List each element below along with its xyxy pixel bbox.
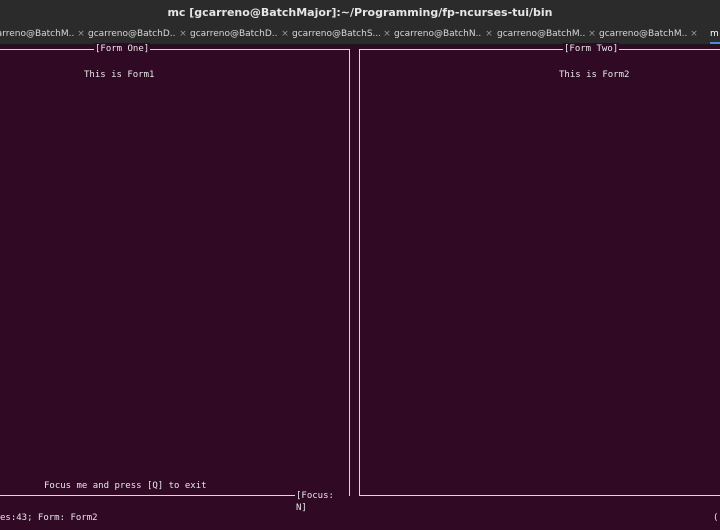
terminal-tab-active[interactable]: m (710, 24, 720, 44)
tab-label: gcarreno@BatchN... (394, 29, 482, 39)
window-titlebar: mc [gcarreno@BatchMajor]:~/Programming/f… (0, 0, 720, 25)
tab-label: gcarreno@BatchS... (292, 29, 380, 39)
close-icon[interactable]: × (176, 29, 190, 39)
status-line-right: ( (713, 513, 719, 523)
close-icon[interactable]: × (482, 29, 496, 39)
tab-label: gcarreno@BatchM... (599, 29, 687, 39)
window-title: mc [gcarreno@BatchMajor]:~/Programming/f… (167, 5, 553, 19)
tab-label: gcarreno@BatchD... (88, 29, 176, 39)
terminal-tab[interactable]: gcarreno@BatchM... × (0, 24, 88, 44)
tab-label: m (710, 29, 719, 39)
tab-label: gcarreno@BatchM... (0, 29, 74, 39)
close-icon[interactable]: × (380, 29, 394, 39)
form-two-text: This is Form2 (559, 70, 630, 80)
terminal-tab[interactable]: gcarreno@BatchD... × (88, 24, 190, 44)
form-one-panel[interactable]: [Form One] This is Form1 Focus me and pr… (0, 43, 350, 514)
close-icon[interactable]: × (278, 29, 292, 39)
tab-label: gcarreno@BatchM... (497, 29, 585, 39)
form-two-title: [Form Two] (563, 43, 620, 55)
terminal-tab-bar: gcarreno@BatchM... × gcarreno@BatchD... … (0, 24, 720, 45)
terminal-tab[interactable]: gcarreno@BatchM... × (599, 24, 701, 44)
terminal-screen[interactable]: [Form One] This is Form1 Focus me and pr… (0, 43, 720, 530)
form-one-prompt: Focus me and press [Q] to exit (44, 481, 207, 491)
form-two-panel[interactable]: [Form Two] This is Form2 (359, 43, 720, 496)
form-one-text: This is Form1 (84, 70, 155, 80)
close-icon[interactable]: × (585, 29, 599, 39)
status-line: es:43; Form: Form2 (0, 513, 98, 523)
focus-indicator: [Focus: N] (295, 490, 349, 514)
terminal-tab[interactable]: gcarreno@BatchS... × (292, 24, 394, 44)
tab-label: gcarreno@BatchD... (190, 29, 278, 39)
close-icon[interactable]: × (687, 29, 701, 39)
terminal-tab[interactable]: gcarreno@BatchM... × (497, 24, 599, 44)
terminal-tab[interactable]: gcarreno@BatchD... × (190, 24, 292, 44)
form-one-title: [Form One] (94, 43, 151, 55)
terminal-tab[interactable]: gcarreno@BatchN... × (394, 24, 496, 44)
close-icon[interactable]: × (74, 29, 88, 39)
